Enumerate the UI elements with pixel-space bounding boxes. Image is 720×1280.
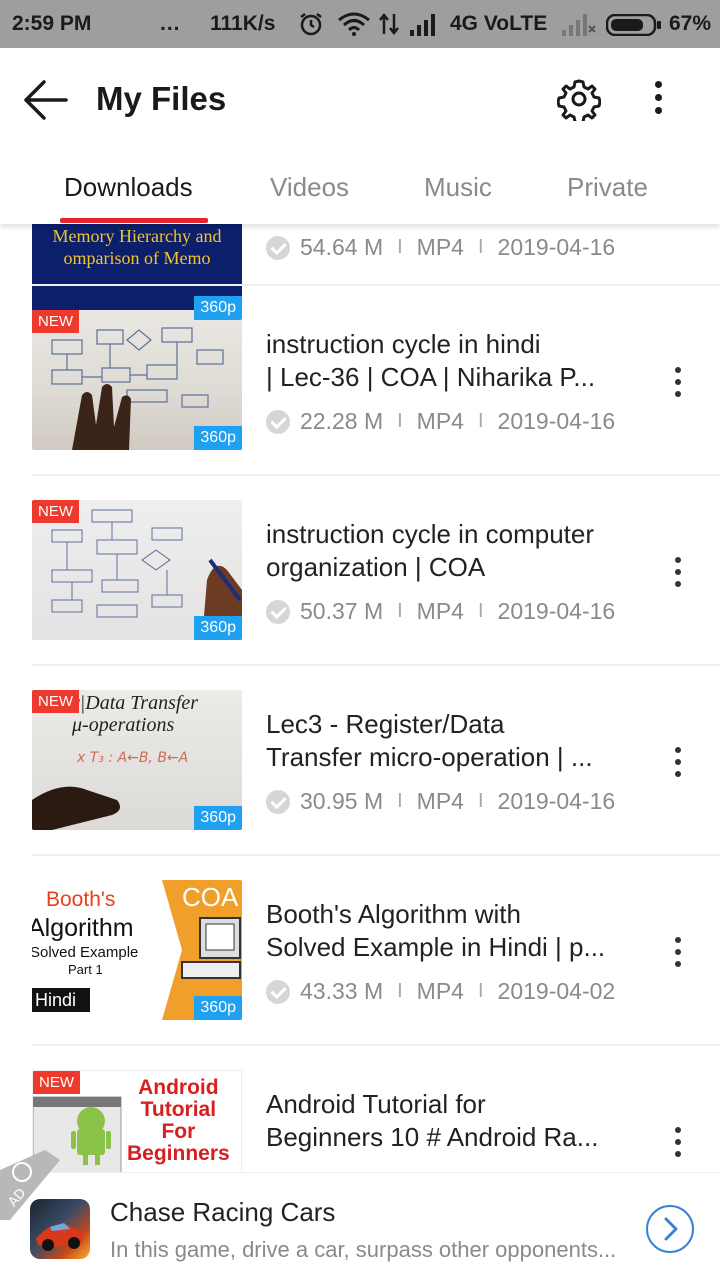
list-item[interactable]: Booth's Algorithm Solved Example Part 1 … <box>0 856 720 1046</box>
resolution-badge: 360p <box>194 616 242 640</box>
thumbnail-title-2: Algorithm <box>32 914 134 942</box>
thumbnail-language: Hindi <box>35 990 77 1010</box>
list-item[interactable]: NEW 360p instruction cycle in hindi | Le… <box>0 286 720 476</box>
resolution-badge: 360p <box>194 426 242 450</box>
more-vert-icon[interactable] <box>666 744 690 784</box>
file-date: 2019-04-16 <box>497 598 616 624</box>
file-format: MP4 <box>416 788 464 814</box>
gear-icon[interactable] <box>557 77 601 121</box>
new-badge: NEW <box>32 500 79 523</box>
new-badge: NEW <box>33 1071 80 1094</box>
file-format: MP4 <box>416 598 464 624</box>
check-circle-icon <box>266 599 290 624</box>
check-circle-icon <box>266 789 290 814</box>
alarm-icon <box>300 13 322 36</box>
more-vert-icon[interactable] <box>666 364 690 404</box>
file-meta: 54.64 M I MP4 I 2019-04-16 <box>266 234 615 261</box>
video-title[interactable]: Lec3 - Register/Data Transfer micro-oper… <box>266 708 636 774</box>
active-tab-indicator <box>60 218 208 223</box>
network-type: 4G VoLTE <box>450 12 548 35</box>
signal-weak-icon <box>562 14 596 36</box>
video-thumbnail: NEW 360p <box>32 500 242 640</box>
thumbnail-part: Part 1 <box>68 962 103 977</box>
check-circle-icon <box>266 979 290 1004</box>
file-size: 54.64 M <box>300 234 384 260</box>
app-bar: My Files <box>0 48 720 152</box>
file-size: 50.37 M <box>300 598 384 624</box>
tab-videos[interactable]: Videos <box>270 172 349 203</box>
tab-bar: Downloads Videos Music Private <box>0 152 720 224</box>
video-thumbnail: NEW 360p <box>32 310 242 450</box>
list-item[interactable]: r|Data Transfer μ-operations x T₃ : A←B,… <box>0 666 720 856</box>
video-title[interactable]: instruction cycle in hindi | Lec-36 | CO… <box>266 328 636 394</box>
file-date: 2019-04-16 <box>497 234 616 260</box>
svg-text:x T₃ : A←B, B←A: x T₃ : A←B, B←A <box>76 750 188 766</box>
tab-music[interactable]: Music <box>424 172 492 203</box>
new-badge: NEW <box>32 690 79 713</box>
file-date: 2019-04-16 <box>497 788 616 814</box>
file-list[interactable]: Memory Hierarchy and omparison of Memo 3… <box>0 224 720 1172</box>
video-thumbnail: r|Data Transfer μ-operations x T₃ : A←B,… <box>32 690 242 830</box>
battery-percent: 67% <box>669 12 712 35</box>
check-circle-icon <box>266 409 290 434</box>
check-circle-icon <box>266 235 290 260</box>
list-item[interactable]: NEW 360p instruction cycle in computer o… <box>0 476 720 666</box>
file-size: 22.28 M <box>300 408 384 434</box>
new-badge: NEW <box>32 310 79 333</box>
chevron-right-circle-icon[interactable] <box>646 1205 694 1253</box>
video-title[interactable]: Booth's Algorithm with Solved Example in… <box>266 898 636 964</box>
status-more-dots: ... <box>160 12 181 35</box>
status-speed: 111K/s <box>210 12 276 35</box>
page-title: My Files <box>96 80 227 117</box>
battery-icon <box>606 14 661 36</box>
video-thumbnail: Booth's Algorithm Solved Example Part 1 … <box>32 880 242 1020</box>
tab-private[interactable]: Private <box>567 172 648 203</box>
more-vert-icon[interactable] <box>644 78 672 118</box>
ad-title[interactable]: Chase Racing Cars <box>110 1197 335 1228</box>
file-format: MP4 <box>416 234 464 260</box>
video-title[interactable]: Android Tutorial for Beginners 10 # Andr… <box>266 1088 636 1154</box>
resolution-badge: 360p <box>194 296 242 320</box>
tab-downloads[interactable]: Downloads <box>64 172 193 203</box>
file-meta: 22.28 M I MP4 I 2019-04-16 <box>266 408 615 435</box>
ad-description: In this game, drive a car, surpass other… <box>110 1237 617 1262</box>
video-thumbnail: Android Tutorial For Beginners NEW <box>32 1070 242 1172</box>
file-meta: 43.33 M I MP4 I 2019-04-02 <box>266 978 615 1005</box>
thumbnail-subtitle: Solved Example <box>32 944 139 961</box>
resolution-badge: 360p <box>194 806 242 830</box>
arrow-left-icon[interactable] <box>22 78 68 122</box>
status-time: 2:59 PM <box>12 12 92 35</box>
file-size: 43.33 M <box>300 978 384 1004</box>
signal-icon <box>410 14 435 36</box>
more-vert-icon[interactable] <box>666 1124 690 1164</box>
thumbnail-title: Booth's <box>46 888 116 911</box>
thumbnail-caption: Memory Hierarchy and omparison of Memo <box>52 226 222 268</box>
wifi-icon <box>338 12 370 36</box>
ad-corner-badge: AD <box>0 1150 60 1220</box>
file-meta: 50.37 M I MP4 I 2019-04-16 <box>266 598 615 625</box>
more-vert-icon[interactable] <box>666 554 690 594</box>
file-format: MP4 <box>416 408 464 434</box>
video-title[interactable]: instruction cycle in computer organizati… <box>266 518 636 584</box>
file-date: 2019-04-16 <box>497 408 616 434</box>
file-meta: 30.95 M I MP4 I 2019-04-16 <box>266 788 615 815</box>
resolution-badge: 360p <box>194 996 242 1020</box>
status-bar: 2:59 PM ... 111K/s 4G VoLTE 67% <box>0 0 720 48</box>
thumbnail-caption: Android Tutorial For Beginners <box>127 1076 230 1165</box>
data-transfer-icon <box>379 12 399 36</box>
file-format: MP4 <box>416 978 464 1004</box>
thumbnail-coa: COA <box>182 882 239 912</box>
list-item[interactable]: Android Tutorial For Beginners NEW Andro… <box>0 1046 720 1172</box>
ad-banner[interactable]: Chase Racing Cars In this game, drive a … <box>0 1172 720 1280</box>
file-date: 2019-04-02 <box>497 978 616 1004</box>
file-size: 30.95 M <box>300 788 384 814</box>
more-vert-icon[interactable] <box>666 934 690 974</box>
